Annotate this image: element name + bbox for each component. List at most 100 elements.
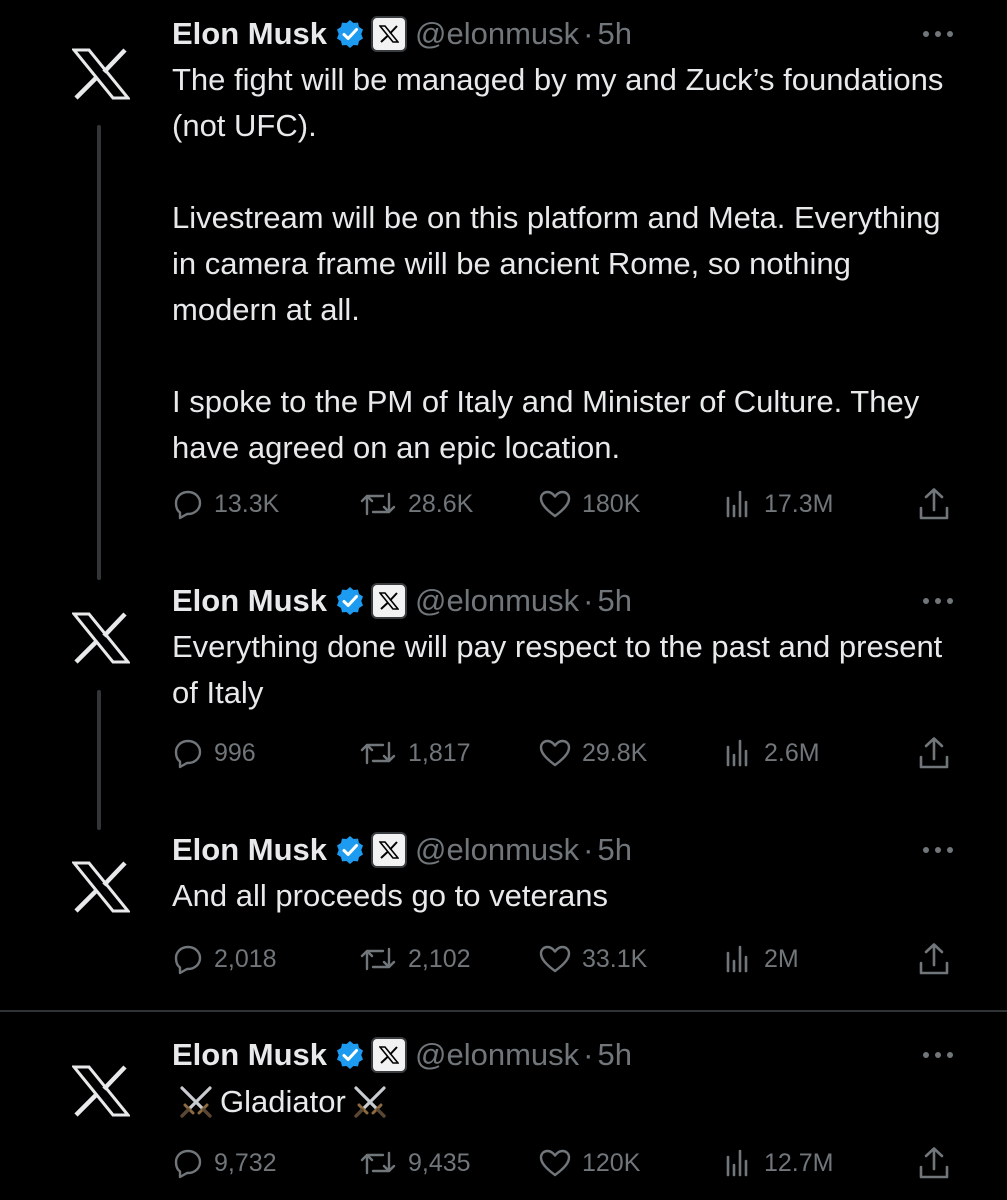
thread-line (97, 125, 101, 580)
like-button[interactable]: 33.1K (538, 939, 647, 979)
view-count: 12.7M (764, 1148, 834, 1177)
repost-button[interactable]: 2,102 (358, 939, 471, 979)
views-button[interactable]: 2.6M (722, 733, 820, 773)
like-button[interactable]: 180K (538, 484, 640, 524)
separator: · (583, 16, 594, 51)
separator: · (583, 583, 594, 618)
more-button[interactable] (918, 842, 958, 858)
reply-button[interactable]: 996 (172, 733, 256, 773)
author-handle[interactable]: @elonmusk (415, 1037, 579, 1073)
tweet-header: Elon Musk @elonmusk · 5h (172, 581, 632, 621)
x-affiliate-badge-icon[interactable] (371, 832, 408, 868)
avatar[interactable] (72, 45, 130, 103)
reply-count: 13.3K (214, 489, 280, 518)
repost-button[interactable]: 1,817 (358, 733, 471, 773)
heart-icon (539, 945, 571, 973)
author-name[interactable]: Elon Musk (172, 16, 327, 52)
tweet-actions: 2,018 2,102 33.1K 2M (172, 939, 962, 979)
share-icon (919, 943, 949, 975)
views-button[interactable]: 12.7M (722, 1143, 833, 1183)
x-affiliate-badge-icon[interactable] (371, 583, 408, 619)
like-button[interactable]: 120K (538, 1143, 640, 1183)
more-icon (923, 31, 953, 37)
repost-count: 1,817 (408, 738, 471, 767)
tweet-4[interactable]: Elon Musk @elonmusk · 5h Gladiator 9,732… (0, 1012, 1007, 1200)
views-icon (726, 490, 748, 518)
heart-icon (539, 1149, 571, 1177)
share-button[interactable] (916, 1143, 952, 1183)
avatar[interactable] (72, 609, 130, 667)
separator: · (583, 832, 594, 867)
share-button[interactable] (916, 939, 952, 979)
tweet-paragraph: The fight will be managed by my and Zuck… (172, 62, 944, 143)
timestamp[interactable]: 5h (598, 16, 632, 52)
reply-icon (174, 945, 202, 975)
thread-line (97, 690, 101, 830)
x-affiliate-badge-icon[interactable] (371, 16, 408, 52)
more-button[interactable] (918, 1047, 958, 1063)
share-button[interactable] (916, 733, 952, 773)
like-count: 180K (582, 489, 641, 518)
views-button[interactable]: 17.3M (722, 484, 833, 524)
view-count: 17.3M (764, 489, 834, 518)
reply-icon (174, 1149, 202, 1179)
author-name[interactable]: Elon Musk (172, 1037, 327, 1073)
tweet-actions: 996 1,817 29.8K 2.6M (172, 733, 962, 773)
repost-count: 28.6K (408, 489, 474, 518)
views-icon (726, 1149, 748, 1177)
tweet-paragraph: Livestream will be on this platform and … (172, 200, 941, 327)
more-icon (923, 598, 953, 604)
timestamp[interactable]: 5h (598, 583, 632, 619)
tweet-2[interactable]: Elon Musk @elonmusk · 5h Everything done… (0, 580, 1007, 830)
tweet-header: Elon Musk @elonmusk · 5h (172, 830, 632, 870)
more-icon (923, 1052, 953, 1058)
tweet-header: Elon Musk @elonmusk · 5h (172, 1035, 632, 1075)
tweet-header: Elon Musk @elonmusk · 5h (172, 14, 632, 54)
reply-button[interactable]: 9,732 (172, 1143, 277, 1183)
repost-icon (360, 492, 396, 516)
like-button[interactable]: 29.8K (538, 733, 647, 773)
author-handle[interactable]: @elonmusk (415, 16, 579, 52)
repost-count: 9,435 (408, 1148, 471, 1177)
crossed-swords-icon (180, 1086, 212, 1118)
tweet-text: Everything done will pay respect to the … (172, 624, 962, 716)
verified-badge-icon[interactable] (335, 1040, 365, 1070)
timestamp[interactable]: 5h (598, 1037, 632, 1073)
reply-button[interactable]: 13.3K (172, 484, 279, 524)
views-icon (726, 739, 748, 767)
reply-button[interactable]: 2,018 (172, 939, 277, 979)
verified-badge-icon[interactable] (335, 835, 365, 865)
repost-button[interactable]: 28.6K (358, 484, 473, 524)
tweet-paragraph: And all proceeds go to veterans (172, 878, 608, 913)
repost-icon (360, 947, 396, 971)
more-button[interactable] (918, 593, 958, 609)
x-logo-icon (72, 48, 130, 100)
verified-badge-icon[interactable] (335, 586, 365, 616)
tweet-text: Gladiator (172, 1079, 962, 1125)
x-affiliate-badge-icon[interactable] (371, 1037, 408, 1073)
avatar[interactable] (72, 1062, 130, 1120)
reply-icon (174, 739, 202, 769)
repost-icon (360, 741, 396, 765)
tweet-1[interactable]: Elon Musk @elonmusk · 5h The fight will … (0, 0, 1007, 580)
verified-badge-icon[interactable] (335, 19, 365, 49)
tweet-paragraph: I spoke to the PM of Italy and Minister … (172, 384, 920, 465)
repost-icon (360, 1151, 396, 1175)
more-button[interactable] (918, 26, 958, 42)
like-count: 120K (582, 1148, 641, 1177)
x-logo-icon (72, 861, 130, 913)
tweet-3[interactable]: Elon Musk @elonmusk · 5h And all proceed… (0, 830, 1007, 1010)
tweet-paragraph: Everything done will pay respect to the … (172, 629, 943, 710)
author-handle[interactable]: @elonmusk (415, 832, 579, 868)
timestamp[interactable]: 5h (598, 832, 632, 868)
reply-icon (174, 490, 202, 520)
author-handle[interactable]: @elonmusk (415, 583, 579, 619)
like-count: 29.8K (582, 738, 648, 767)
avatar[interactable] (72, 858, 130, 916)
author-name[interactable]: Elon Musk (172, 832, 327, 868)
author-name[interactable]: Elon Musk (172, 583, 327, 619)
more-icon (923, 847, 953, 853)
repost-button[interactable]: 9,435 (358, 1143, 471, 1183)
views-button[interactable]: 2M (722, 939, 799, 979)
share-button[interactable] (916, 484, 952, 524)
